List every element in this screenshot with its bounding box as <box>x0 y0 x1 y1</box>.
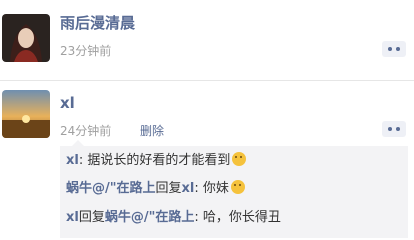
avatar-image <box>2 14 50 62</box>
comments-box: xl: 据说长的好看的才能看到 蜗牛@/"在路上回复xl: 你妹 xl回复蜗牛@… <box>60 140 408 238</box>
smile-emoji-icon <box>232 152 247 166</box>
post-time: 23分钟前 <box>60 44 112 58</box>
more-options-button[interactable] <box>382 41 406 57</box>
comment-separator: : <box>194 181 203 196</box>
divider <box>0 80 414 81</box>
comment-text: 哈，你长得丑 <box>202 210 281 225</box>
avatar[interactable] <box>2 14 50 62</box>
comment-author[interactable]: 蜗牛@/"在路上 <box>66 181 156 196</box>
reply-word: 回复 <box>155 181 182 196</box>
feed-post: 雨后漫清晨 23分钟前 <box>0 0 414 80</box>
comment-author[interactable]: xl <box>66 153 79 168</box>
more-dots-icon <box>388 47 392 51</box>
reply-target[interactable]: xl <box>182 181 195 196</box>
smile-emoji-icon <box>230 180 245 194</box>
feed-post: xl 24分钟前 删除 xl: 据说长的好看的才能看到 蜗牛@/"在路上回复xl… <box>0 86 414 240</box>
avatar-image <box>2 90 50 138</box>
comment-text: 据说长的好看的才能看到 <box>87 153 231 168</box>
username[interactable]: xl <box>60 94 75 112</box>
username[interactable]: 雨后漫清晨 <box>60 12 135 33</box>
comment-separator: : <box>194 210 203 225</box>
comment[interactable]: 蜗牛@/"在路上回复xl: 你妹 <box>66 180 245 198</box>
post-time: 24分钟前 <box>60 124 112 138</box>
comment-text: 你妹 <box>202 181 229 196</box>
reply-word: 回复 <box>78 210 105 225</box>
more-dots-icon <box>388 127 392 131</box>
more-options-button[interactable] <box>382 121 406 137</box>
delete-link[interactable]: 删除 <box>140 122 164 139</box>
comment-author[interactable]: xl <box>66 210 79 225</box>
avatar[interactable] <box>2 90 50 138</box>
comment[interactable]: xl: 据说长的好看的才能看到 <box>66 152 247 170</box>
reply-target[interactable]: 蜗牛@/"在路上 <box>105 210 195 225</box>
comment[interactable]: xl回复蜗牛@/"在路上: 哈，你长得丑 <box>66 209 281 227</box>
